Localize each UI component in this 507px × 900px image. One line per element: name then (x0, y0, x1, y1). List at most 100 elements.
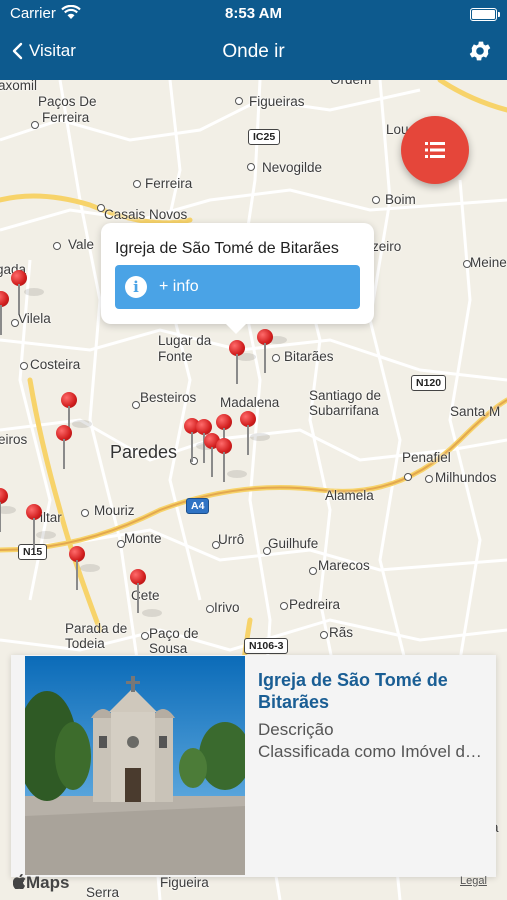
maps-label: Maps (26, 873, 70, 892)
card-description-text: Classificada como Imóvel de Interesse Pú… (258, 742, 488, 761)
place-label: Santiago de (309, 388, 382, 403)
place-label: Penafiel (402, 450, 451, 465)
place-dot (53, 242, 61, 250)
page-title: Onde ir (222, 41, 285, 62)
place-dot (235, 97, 243, 105)
place-dot (206, 605, 214, 613)
map-pin[interactable] (257, 329, 273, 373)
map-pin[interactable] (69, 546, 85, 590)
battery-icon (470, 8, 500, 21)
place-label: Ferreira (42, 110, 90, 125)
gear-icon[interactable] (467, 38, 493, 64)
place-dot (247, 163, 255, 171)
place-label: eiros (0, 432, 28, 447)
place-dot (463, 260, 471, 268)
place-label: Madalena (220, 395, 280, 410)
place-label: Nevogilde (262, 160, 323, 175)
map-pin[interactable] (229, 340, 245, 384)
map-pin[interactable] (216, 438, 232, 482)
place-label: Paços De (38, 94, 97, 109)
place-label: Ferreira (145, 176, 193, 191)
place-label: Irivo (214, 600, 240, 615)
map-pin[interactable] (130, 569, 146, 613)
more-info-label: + info (159, 278, 199, 295)
place-label-city: Paredes (110, 442, 178, 462)
place-label: Fonte (158, 349, 193, 364)
church-photo (25, 656, 245, 875)
map-view[interactable]: axomil Paços De Ferreira Figueiras Ordem… (0, 80, 507, 900)
place-label: zeiro (372, 239, 402, 254)
place-label: Urrô (218, 532, 245, 547)
map-pin[interactable] (240, 411, 256, 455)
place-dot (117, 540, 125, 548)
place-label: Paço de (149, 626, 199, 641)
place-dot (280, 602, 288, 610)
place-dot (372, 196, 380, 204)
apple-maps-logo: Maps (12, 873, 70, 893)
map-pin[interactable] (26, 504, 42, 548)
place-dot (141, 632, 149, 640)
place-dot (320, 631, 328, 639)
place-dot (212, 541, 220, 549)
place-dot (404, 473, 412, 481)
place-label: Mouriz (94, 503, 135, 518)
info-icon: i (125, 276, 147, 298)
place-label: Santa M (450, 404, 501, 419)
place-label: Besteiros (140, 390, 197, 405)
place-dot (133, 180, 141, 188)
map-pin[interactable] (11, 270, 27, 314)
place-label: iltar (40, 510, 62, 525)
place-card[interactable]: Igreja de São Tomé de Bitarães Descrição… (11, 655, 496, 877)
list-icon (425, 142, 445, 158)
place-dot (11, 319, 19, 327)
card-description-label: Descrição (258, 720, 334, 739)
place-label: Vale (68, 237, 95, 252)
road-shield: A4 (186, 498, 210, 514)
place-dot (81, 509, 89, 517)
card-title: Igreja de São Tomé de Bitarães (258, 670, 448, 712)
status-time: 8:53 AM (225, 5, 282, 22)
place-label: Marecos (318, 558, 370, 573)
place-dot (263, 547, 271, 555)
place-label: Figueiras (249, 94, 305, 109)
place-label: Pedreira (289, 597, 341, 612)
place-label: Costeira (30, 357, 81, 372)
apple-logo-icon (12, 873, 26, 890)
place-label: Boim (385, 192, 416, 207)
more-info-button[interactable]: i + info (115, 265, 360, 309)
place-label: Subarrifana (309, 403, 379, 418)
place-label: Ordem (330, 80, 371, 88)
top-bar: Carrier 8:53 AM Visitar Onde ir (0, 0, 507, 80)
place-dot (97, 204, 105, 212)
road-shield: N120 (411, 375, 447, 391)
place-label: Figueira (160, 875, 209, 890)
place-label: Alamela (325, 488, 374, 503)
legal-link[interactable]: Legal (460, 875, 487, 887)
place-label: axomil (0, 80, 38, 93)
status-bar: Carrier 8:53 AM (0, 0, 507, 28)
road-shield: IC25 (248, 129, 281, 145)
place-label: Bitarães (284, 349, 334, 364)
place-label: Guilhufe (268, 536, 319, 551)
place-dot (309, 567, 317, 575)
place-dot (272, 354, 280, 362)
place-label: Monte (124, 531, 162, 546)
place-label: Serra (86, 885, 120, 900)
map-pin[interactable] (56, 425, 72, 469)
road-shield: N106-3 (244, 638, 289, 654)
place-label: Casais Novos (104, 207, 188, 222)
navigation-bar: Visitar Onde ir (0, 28, 507, 80)
map-pin[interactable] (0, 488, 8, 532)
place-label: Lugar da (158, 333, 212, 348)
place-label: Milhundos (435, 470, 497, 485)
place-dot (132, 401, 140, 409)
place-label: Rãs (329, 625, 354, 640)
callout-title: Igreja de São Tomé de Bitarães (115, 240, 339, 257)
place-label: Todeia (65, 636, 105, 651)
list-view-button[interactable] (401, 116, 469, 184)
place-dot (425, 475, 433, 483)
place-dot (31, 121, 39, 129)
place-dot (20, 362, 28, 370)
place-label: Meine (470, 255, 507, 270)
map-pin[interactable] (0, 291, 9, 335)
